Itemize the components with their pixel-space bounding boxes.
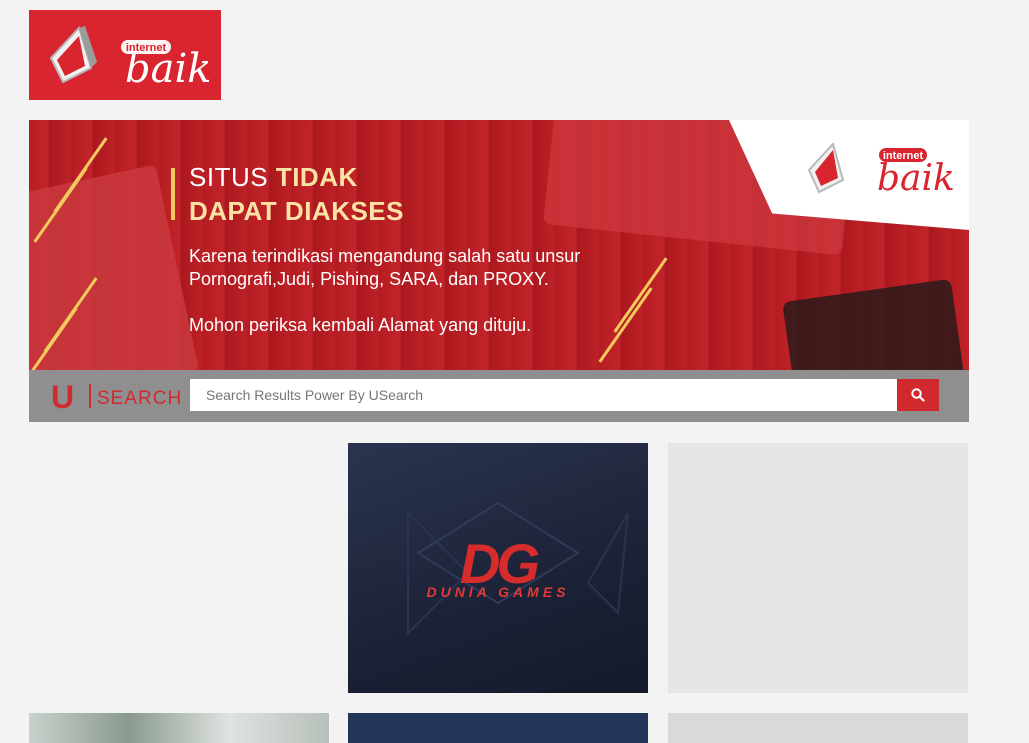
- banner-body-line2: Pornografi,Judi, Pishing, SARA, dan PROX…: [189, 269, 549, 289]
- dunia-games-logo: DG: [407, 501, 629, 636]
- title-accent-bar: [171, 168, 175, 220]
- logo-big-word: baik: [125, 46, 211, 92]
- usearch-logo: U SEARCH: [51, 380, 181, 412]
- banner-body-line1: Karena terindikasi mengandung salah satu…: [189, 246, 581, 266]
- photo-card[interactable]: [29, 713, 329, 743]
- banner-title-line2: DAPAT DIAKSES: [189, 196, 404, 226]
- placeholder-card[interactable]: [668, 443, 968, 693]
- usearch-logo-word: SEARCH: [97, 388, 181, 409]
- dunia-games-card[interactable]: DG DUNIA GAMES: [348, 443, 648, 693]
- title-prefix: SITUS: [189, 162, 269, 192]
- decor-stripe: [598, 287, 653, 363]
- search-icon: [911, 388, 925, 402]
- banner-logo-big-word: baik: [877, 158, 955, 199]
- decor-stripe: [613, 257, 668, 333]
- placeholder-card-2[interactable]: [668, 713, 968, 743]
- usearch-logo-letter: U: [51, 380, 74, 412]
- logo-graphic: internet baik: [49, 26, 211, 92]
- title-emphasis: TIDAK: [275, 162, 358, 192]
- blue-card[interactable]: [348, 713, 648, 743]
- dg-tagline: DUNIA GAMES: [426, 584, 570, 600]
- internet-baik-logo[interactable]: internet baik: [29, 10, 221, 100]
- usearch-bar: U SEARCH: [29, 370, 969, 422]
- banner-body-line3: Mohon periksa kembali Alamat yang dituju…: [189, 315, 532, 335]
- search-input[interactable]: [190, 379, 897, 411]
- banner-phone-decor: [782, 278, 966, 370]
- banner-title-line1: SITUS TIDAK: [189, 162, 358, 193]
- search-button[interactable]: [897, 379, 939, 411]
- blocked-site-banner: internet baik SITUS TIDAK DAPAT DIAKSES …: [29, 120, 969, 370]
